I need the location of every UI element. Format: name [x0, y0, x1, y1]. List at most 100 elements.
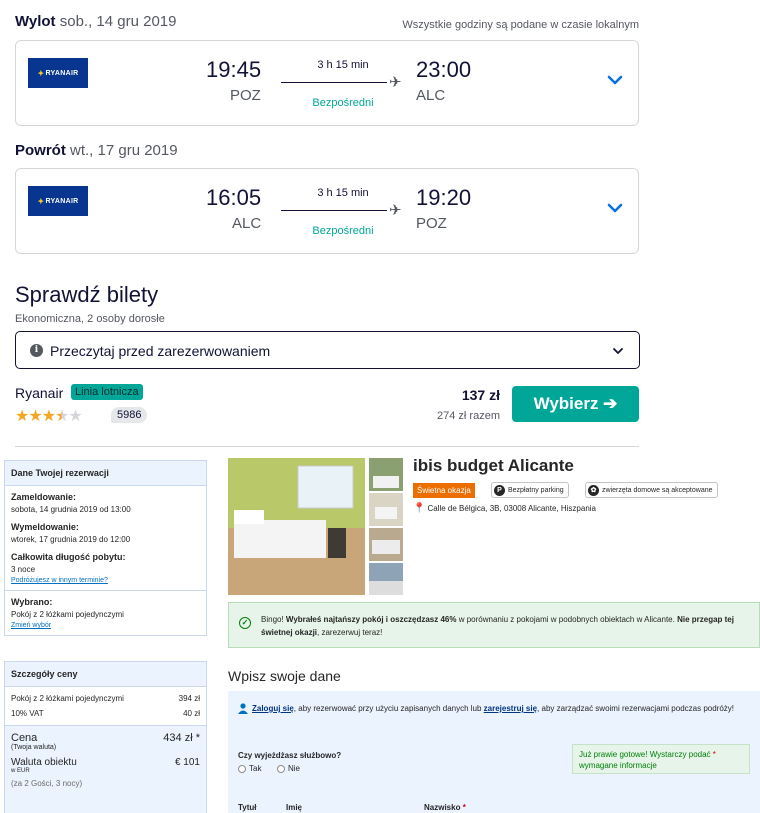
- half-star-icon: ★: [55, 408, 69, 425]
- flight-line: [281, 210, 387, 211]
- flight-duration: 3 h 15 min: [317, 59, 369, 71]
- outbound-header: Wylot sob., 14 gru 2019: [15, 13, 177, 30]
- arrival-code: ALC: [416, 87, 446, 104]
- paw-icon: ✿: [588, 484, 599, 496]
- total-value: 434 zł *: [163, 732, 200, 744]
- form-title: Wpisz swoje dane: [228, 668, 341, 684]
- arrival-time: 19:20: [416, 185, 472, 210]
- check-icon: ✓: [239, 617, 251, 629]
- almost-done-notice: Już prawie gotowe! Wystarczy podać * wyma…: [572, 744, 750, 774]
- star-icon: ★: [28, 408, 42, 425]
- hotel-thumbnail[interactable]: [369, 458, 403, 491]
- price-rows: Pokój z 2 łóżkami pojedynczymi 394 zł 10%…: [5, 687, 206, 725]
- stay-length-label: Całkowita długość pobytu:: [11, 552, 126, 562]
- chevron-down-icon: [613, 348, 623, 354]
- hotel-thumbnail[interactable]: [369, 493, 403, 526]
- ticket-total-price: 274 zł razem: [437, 410, 500, 422]
- ticket-price: 137 zł: [461, 387, 500, 403]
- return-label: Powrót: [15, 142, 66, 159]
- chevron-down-icon[interactable]: [604, 197, 626, 219]
- outbound-flight-card[interactable]: ✦ RYANAIR 19:45 POZ 3 h 15 min ✈ Bezpośre…: [15, 40, 639, 126]
- last-name-field-label: Nazwisko *: [424, 803, 466, 812]
- divider: [15, 446, 639, 447]
- hotel-thumbnail[interactable]: [369, 528, 403, 561]
- checkin-value: sobota, 14 grudnia 2019 od 13:00: [11, 505, 131, 514]
- chevron-down-icon[interactable]: [604, 69, 626, 91]
- business-trip-yes-radio[interactable]: Tak: [238, 764, 261, 773]
- chosen-room-section: Wybrano: Pokój z 2 łóżkami pojedynczymi …: [5, 590, 206, 635]
- ryanair-logo: ✦ RYANAIR: [28, 186, 88, 216]
- tickets-subtitle: Ekonomiczna, 2 osoby dorosłe: [15, 313, 165, 325]
- airline-badge: Linia lotnicza: [71, 384, 143, 400]
- free-parking-amenity: P Bezpłatny parking: [491, 482, 569, 498]
- guest-details-form: Zaloguj się, aby rezerwować przy użyciu …: [228, 691, 760, 813]
- flight-duration: 3 h 15 min: [317, 187, 369, 199]
- stay-dates-section: Zameldowanie: sobota, 14 grudnia 2019 od…: [5, 486, 206, 590]
- departure-code: POZ: [230, 87, 261, 104]
- best-price-notice: ✓ Bingo! Wybrałeś najtańszy pokój i oszc…: [228, 602, 760, 648]
- ryanair-logo: ✦ RYANAIR: [28, 58, 88, 88]
- price-total-section: Cena 434 zł * (Twoja waluta) Waluta obie…: [5, 725, 206, 813]
- timezone-note: Wszystkie godziny są podane w czasie lok…: [402, 19, 639, 31]
- other-dates-link[interactable]: Podróżujesz w innym terminie?: [11, 577, 200, 584]
- read-before-booking-dropdown[interactable]: i Przeczytaj przed zarezerwowaniem: [15, 331, 640, 369]
- stay-length-value: 3 noce: [11, 565, 36, 574]
- price-row: 10% VAT 40 zł: [11, 709, 200, 718]
- departure-time: 19:45: [206, 57, 262, 82]
- user-icon: [238, 703, 248, 714]
- plane-icon: ✈: [389, 202, 402, 219]
- business-trip-question: Czy wyjeżdżasz służbowo?: [238, 751, 342, 760]
- chosen-label: Wybrano:: [11, 597, 53, 607]
- stops-label: Bezpośredni: [312, 225, 374, 237]
- reservation-details-panel: Dane Twojej rezerwacji Zameldowanie: sob…: [4, 460, 207, 636]
- outbound-label: Wylot: [15, 13, 56, 30]
- star-icon: ★: [41, 408, 56, 425]
- total-label: Cena: [11, 732, 38, 744]
- chosen-room: Pokój z 2 łóżkami pojedynczymi: [11, 610, 124, 619]
- parking-icon: P: [494, 484, 505, 496]
- checkout-value: wtorek, 17 grudnia 2019 do 12:00: [11, 535, 131, 544]
- hotel-name: ibis budget Alicante: [413, 456, 574, 475]
- change-selection-link[interactable]: Zmień wybór: [11, 622, 200, 629]
- price-details-panel: Szczegóły ceny Pokój z 2 łóżkami pojedyn…: [4, 661, 207, 813]
- return-flight-card[interactable]: ✦ RYANAIR 16:05 ALC 3 h 15 min ✈ Bezpośre…: [15, 168, 639, 254]
- hotel-room-photo[interactable]: [228, 458, 365, 595]
- return-date: wt., 17 gru 2019: [70, 142, 178, 159]
- read-before-label: Przeczytaj przed zarezerwowaniem: [50, 343, 271, 359]
- title-field-label: Tytuł: [238, 803, 257, 812]
- local-currency-sub: w EUR: [11, 768, 30, 774]
- total-sub: (Twoja waluta): [11, 744, 57, 751]
- flight-line: [281, 82, 387, 83]
- plane-icon: ✈: [389, 74, 402, 91]
- login-note: Zaloguj się, aby rezerwować przy użyciu …: [252, 704, 735, 713]
- review-count[interactable]: 5986: [111, 407, 148, 423]
- arrival-code: POZ: [416, 215, 447, 232]
- return-header: Powrót wt., 17 gru 2019: [15, 142, 178, 159]
- guests-note: (za 2 Gości, 3 nocy): [11, 779, 83, 788]
- business-trip-no-radio[interactable]: Nie: [277, 764, 300, 773]
- great-deal-badge: Świetna okazja: [413, 483, 475, 498]
- provider-name: Ryanair: [15, 385, 64, 401]
- outbound-date: sob., 14 gru 2019: [59, 13, 177, 30]
- local-currency-value: € 101: [174, 757, 200, 768]
- reservation-header: Dane Twojej rezerwacji: [5, 461, 206, 486]
- hotel-address: 📍 Calle de Bélgica, 3B, 03008 Alicante, H…: [413, 503, 597, 514]
- first-name-field-label: Imię: [286, 803, 303, 812]
- hotel-thumbnail[interactable]: [369, 563, 403, 595]
- pets-allowed-amenity: ✿ zwierzęta domowe są akceptowane: [585, 482, 718, 498]
- rating-stars: ★★★★★: [15, 406, 83, 426]
- best-price-text: Bingo! Wybrałeś najtańszy pokój i oszczę…: [261, 615, 734, 637]
- star-icon: ★: [68, 408, 82, 425]
- checkin-label: Zameldowanie:: [11, 492, 77, 502]
- tickets-title: Sprawdź bilety: [15, 282, 159, 307]
- checkout-label: Wymeldowanie:: [11, 522, 79, 532]
- select-button[interactable]: Wybierz ➔: [512, 386, 639, 422]
- departure-code: ALC: [232, 215, 262, 232]
- price-row: Pokój z 2 łóżkami pojedynczymi 394 zł: [11, 694, 200, 703]
- login-link[interactable]: Zaloguj się: [252, 704, 294, 713]
- location-pin-icon: 📍: [413, 503, 426, 514]
- register-link[interactable]: zarejestruj się: [484, 704, 537, 713]
- stops-label: Bezpośredni: [312, 97, 374, 109]
- price-details-header: Szczegóły ceny: [5, 662, 206, 687]
- star-icon: ★: [15, 408, 29, 425]
